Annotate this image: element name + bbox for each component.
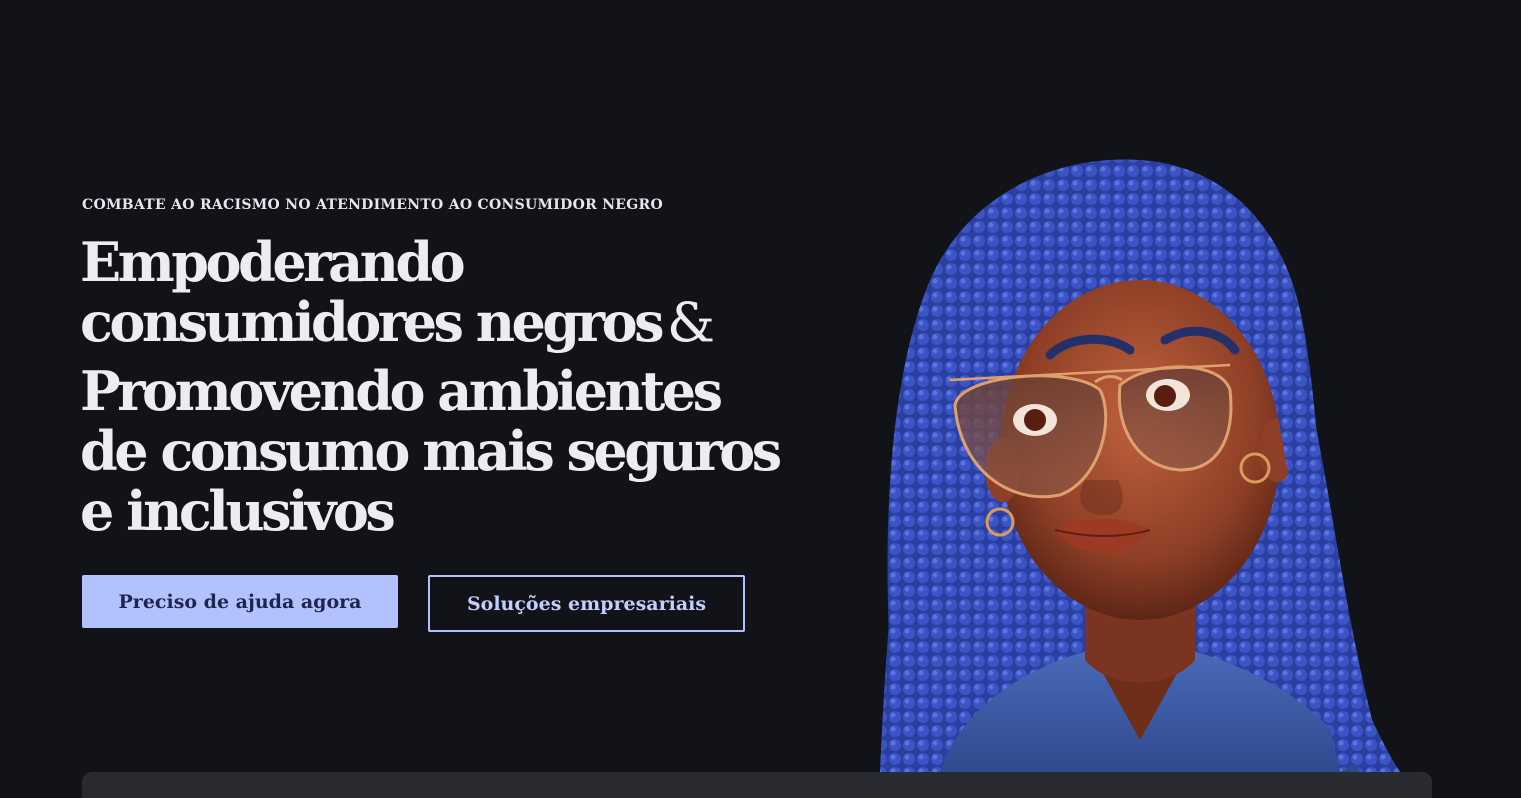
hero-headline: Empoderando consumidores negros & Promove… — [80, 230, 782, 543]
headline-line-3: Promovendo ambientes — [80, 359, 723, 423]
need-help-now-button[interactable]: Preciso de ajuda agora — [82, 575, 398, 628]
headline-line-1: Empoderando — [80, 230, 466, 294]
landing-page: COMBATE AO RACISMO NO ATENDIMENTO AO CON… — [0, 0, 1521, 798]
headline-line-4: de consumo mais seguros — [80, 419, 782, 483]
headline-line-2-wrap: consumidores negros & — [80, 292, 780, 353]
headline-line-2: consumidores negros — [80, 290, 665, 354]
hero-eyebrow: COMBATE AO RACISMO NO ATENDIMENTO AO CON… — [82, 197, 663, 213]
business-solutions-button[interactable]: Soluções empresariais — [428, 575, 745, 632]
headline-ampersand: & — [667, 291, 716, 354]
content-panel-top-edge — [82, 772, 1432, 798]
headline-line-5: e inclusivos — [80, 479, 396, 543]
hero-portrait-illustration — [880, 159, 1400, 772]
